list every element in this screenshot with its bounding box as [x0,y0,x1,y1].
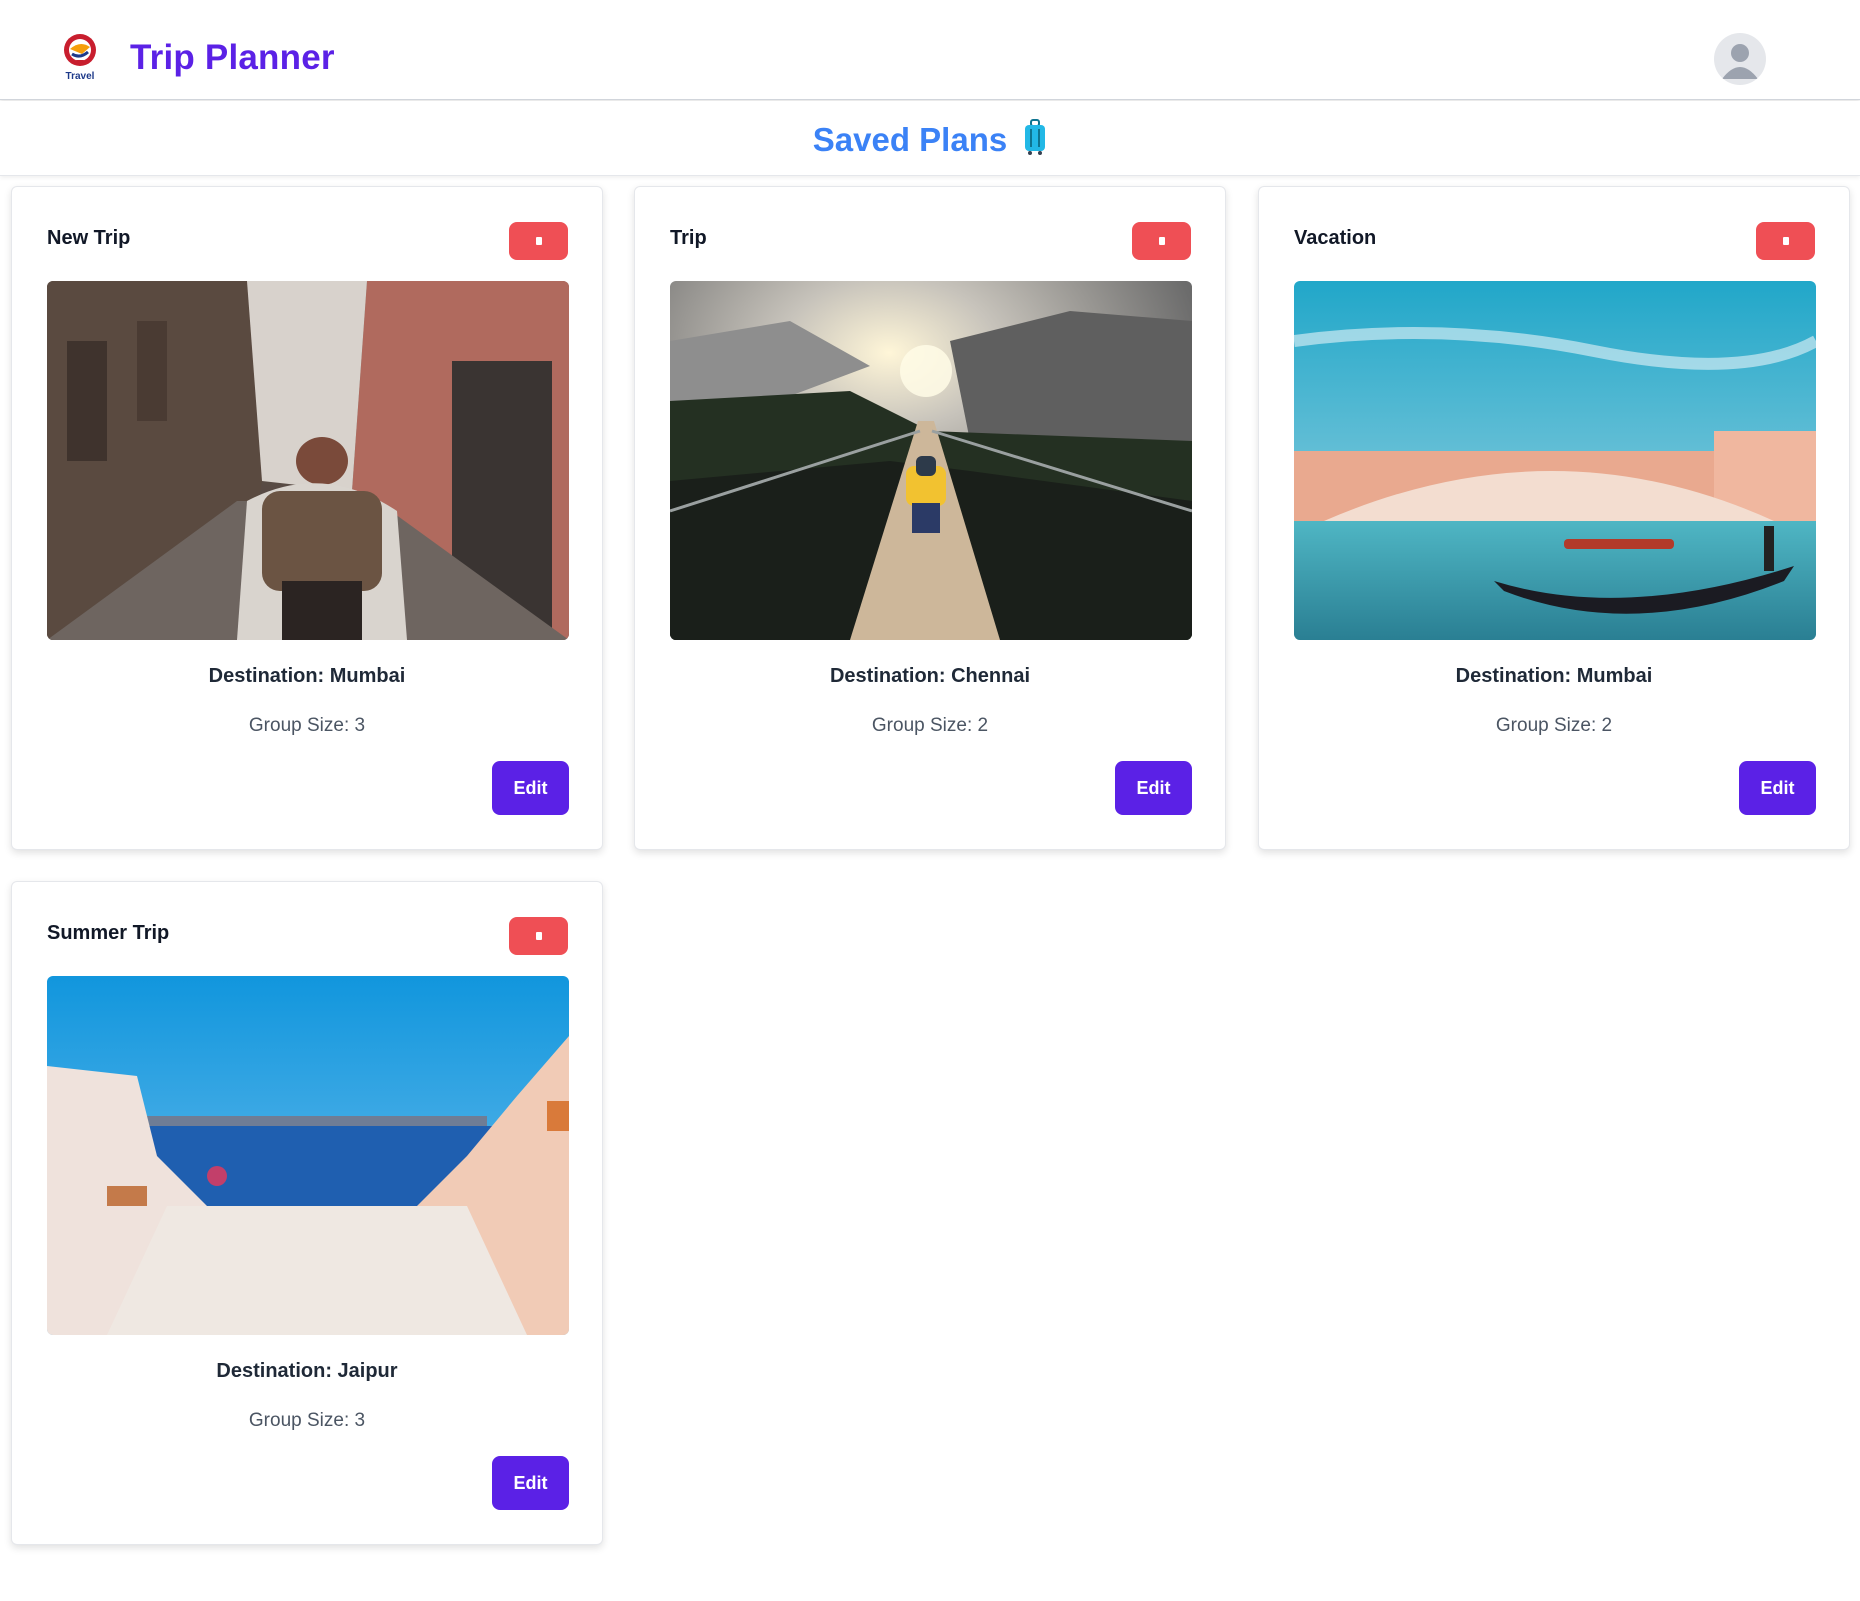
plan-title: Trip [670,227,707,249]
alley-backpacker-photo [47,281,569,640]
plan-card: Vacation Destination: Mumbai Group Size:… [1258,186,1850,850]
plan-group-size: Group Size: 2 [1495,715,1613,736]
plan-group-size: Group Size: 3 [248,1410,366,1431]
plan-group-size: Group Size: 2 [871,715,989,736]
delete-plan-button[interactable] [1132,222,1191,260]
plan-card: Trip Destination: Chennai Group Size: 2 … [634,186,1226,850]
plan-image [1294,281,1816,640]
page-title: Saved Plans [812,121,1008,158]
plan-card: Summer Trip Destination: Jaipur Group Si… [11,881,603,1545]
plan-destination: Destination: Jaipur [216,1360,398,1382]
trash-icon [536,932,542,940]
plan-image [47,976,569,1335]
venice-canal-photo [1294,281,1816,640]
plan-card: New Trip Destination: Mumbai Group Size:… [11,186,603,850]
plan-image [47,281,569,640]
delete-plan-button[interactable] [1756,222,1815,260]
trash-icon [536,237,542,245]
app-title[interactable]: Trip Planner [130,38,335,78]
saved-plans-header: Saved Plans [0,101,1860,176]
edit-plan-button[interactable]: Edit [1739,761,1816,815]
plan-image [670,281,1192,640]
plan-destination: Destination: Mumbai [1455,665,1653,687]
edit-plan-button[interactable]: Edit [1115,761,1192,815]
edit-plan-button[interactable]: Edit [492,1456,569,1510]
plan-title: Vacation [1294,227,1377,249]
plan-title: New Trip [47,227,131,249]
user-avatar-icon [1722,44,1758,79]
plan-group-size: Group Size: 3 [248,715,366,736]
mountain-bridge-photo [670,281,1192,640]
top-navbar: Travel Trip Planner [0,0,1860,100]
delete-plan-button[interactable] [509,917,568,955]
logo-text: Travel [66,71,95,82]
delete-plan-button[interactable] [509,222,568,260]
trash-icon [1783,237,1789,245]
edit-plan-button[interactable]: Edit [492,761,569,815]
trash-icon [1159,237,1165,245]
luggage-icon [1025,119,1046,155]
plan-title: Summer Trip [47,922,170,944]
santorini-steps-photo [47,976,569,1335]
user-avatar[interactable] [1714,33,1766,85]
travel-logo-icon[interactable]: Travel [56,32,104,82]
plan-destination: Destination: Chennai [829,665,1030,687]
plan-destination: Destination: Mumbai [208,665,406,687]
